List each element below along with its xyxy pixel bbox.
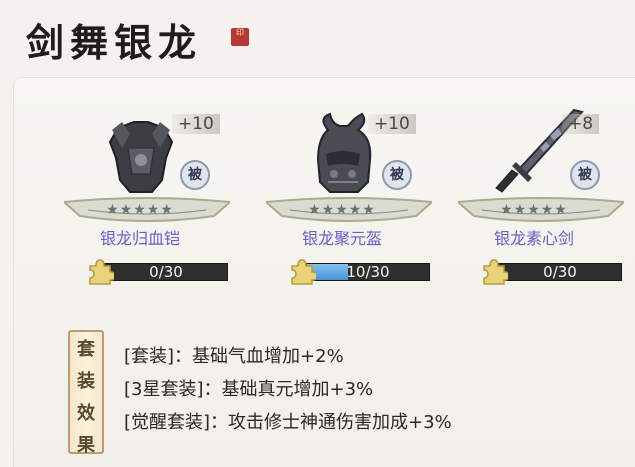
set-effect-3star: [3星套装]：基础真元增加+3% — [124, 379, 374, 400]
enhance-level: +10 — [172, 114, 220, 134]
progress-text: 10/30 — [346, 263, 390, 281]
progress-text: 0/30 — [149, 263, 183, 281]
set-effect-label: 套 装 效 果 — [68, 330, 104, 456]
equipment-slot-armor[interactable]: +10 被 ★★★★★ 银龙归血铠 0/30 — [40, 78, 240, 288]
enhance-level: +8 — [562, 114, 600, 134]
page-title: 剑舞银龙 — [26, 20, 203, 65]
passive-badge: 被 — [570, 160, 600, 190]
shard-progress: 0/30 — [480, 259, 626, 285]
passive-badge: 被 — [382, 160, 412, 190]
set-label-char: 装 — [77, 371, 95, 392]
equipment-slot-sword[interactable]: +8 被 ★★★★★ 银龙素心剑 0/30 — [434, 78, 634, 288]
enhance-level: +10 — [368, 114, 416, 134]
item-name: 银龙素心剑 — [493, 229, 574, 248]
set-label-char: 果 — [77, 435, 95, 456]
shard-progress: 10/30 — [288, 259, 434, 285]
item-name: 银龙聚元盔 — [301, 229, 382, 248]
set-label-char: 效 — [77, 403, 95, 424]
set-effect-basic: [套装]：基础气血增加+2% — [124, 346, 344, 367]
star-rating: ★★★★★ — [106, 202, 174, 218]
set-label-char: 套 — [77, 339, 95, 360]
puzzle-piece-icon — [483, 259, 508, 285]
equipment-set-panel: +10 被 ★★★★★ 银龙归血铠 0/30 +10 被 ★★★★★ 银龙聚元盔… — [14, 78, 635, 467]
item-name: 银龙归血铠 — [99, 229, 180, 248]
star-rating: ★★★★★ — [308, 202, 376, 218]
set-effects-list: [套装]：基础气血增加+2% [3星套装]：基础真元增加+3% [觉醒套装]：攻… — [124, 340, 452, 439]
progress-text: 0/30 — [543, 263, 577, 281]
seal-stamp: 印 — [231, 28, 249, 46]
puzzle-piece-icon — [291, 259, 316, 285]
passive-badge: 被 — [180, 160, 210, 190]
shard-progress: 0/30 — [86, 259, 232, 285]
set-effect-awaken: [觉醒套装]：攻击修士神通伤害加成+3% — [124, 412, 452, 433]
equipment-slot-helmet[interactable]: +10 被 ★★★★★ 银龙聚元盔 10/30 — [242, 78, 442, 288]
puzzle-piece-icon — [89, 259, 114, 285]
star-rating: ★★★★★ — [500, 202, 568, 218]
